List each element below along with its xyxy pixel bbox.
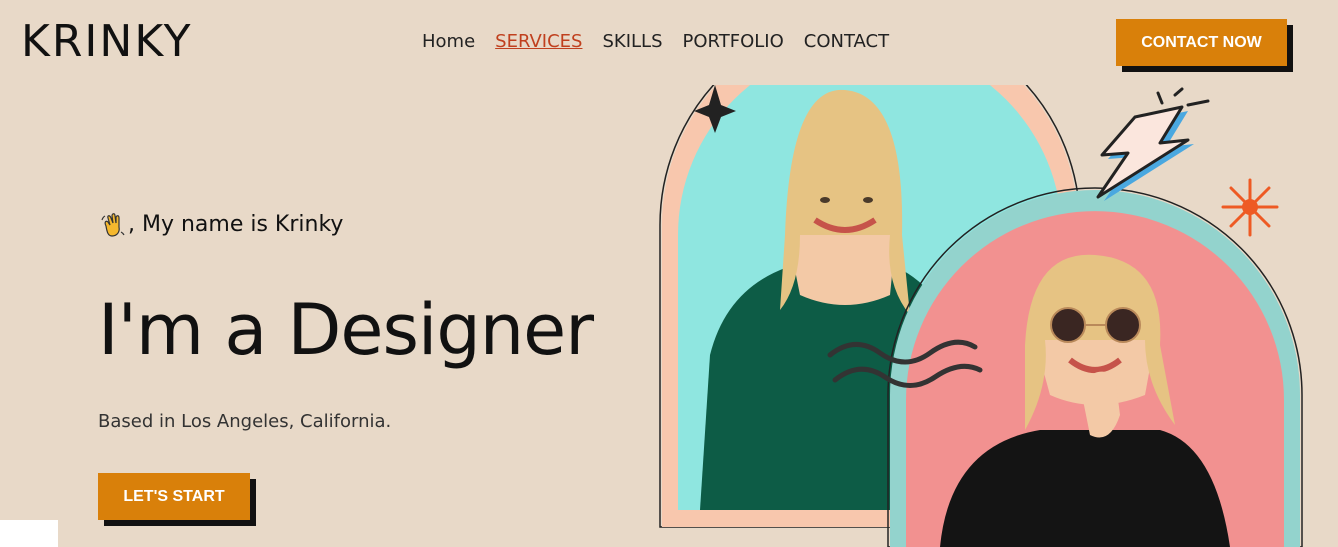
hero-headline: I'm a Designer xyxy=(98,289,594,371)
hero-illustration xyxy=(659,85,1303,547)
greeting-text: , My name is Krinky xyxy=(128,212,344,237)
nav-item-contact[interactable]: CONTACT xyxy=(804,31,889,53)
site-logo[interactable]: KRINKY xyxy=(21,14,192,70)
nav-item-home[interactable]: Home xyxy=(422,31,475,53)
nav-item-services[interactable]: SERVICES xyxy=(495,31,582,53)
starburst-icon xyxy=(1221,178,1279,237)
greeting: , My name is Krinky xyxy=(100,210,343,240)
nav-item-skills[interactable]: SKILLS xyxy=(602,31,662,53)
contact-now-button[interactable]: CONTACT NOW xyxy=(1116,19,1287,66)
nav-item-portfolio[interactable]: PORTFOLIO xyxy=(683,31,784,53)
hero-subtitle: Based in Los Angeles, California. xyxy=(98,411,392,432)
lightning-bolt-icon xyxy=(1096,87,1210,201)
main-nav: Home SERVICES SKILLS PORTFOLIO CONTACT xyxy=(422,31,889,53)
waving-hand-icon xyxy=(101,213,125,237)
corner-block xyxy=(0,520,58,547)
lets-start-button[interactable]: LET'S START xyxy=(98,473,250,520)
